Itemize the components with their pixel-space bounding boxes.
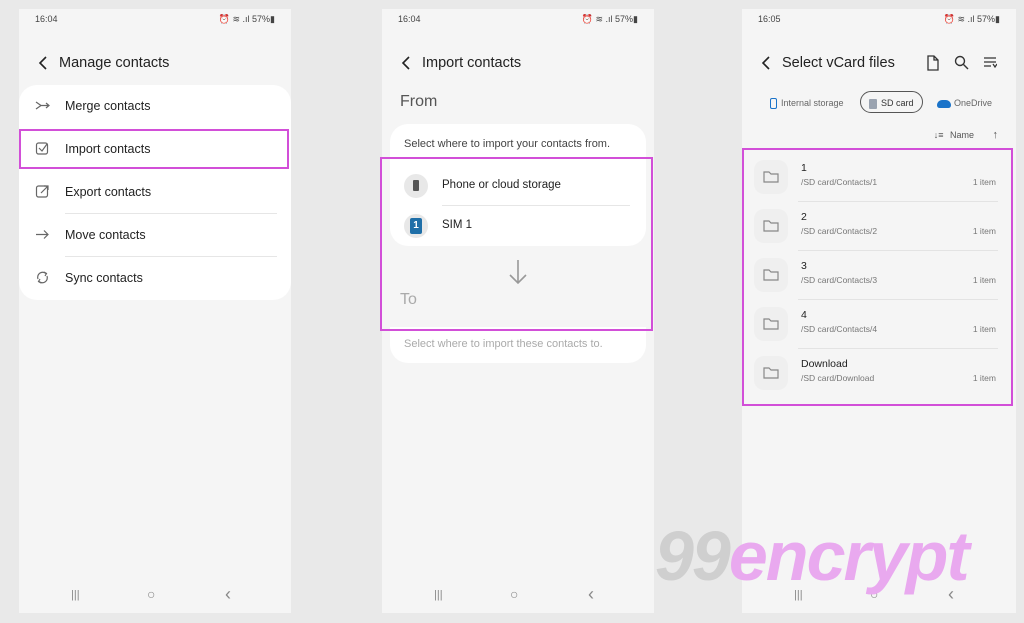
sync-icon [37, 271, 48, 284]
home-button[interactable]: ○ [510, 586, 518, 602]
page-title: Select vCard files [782, 55, 895, 71]
menu-item-merge-contacts[interactable]: Merge contacts [19, 85, 291, 128]
to-caption: Select where to import these contacts to… [404, 338, 603, 350]
highlight-box [380, 157, 653, 331]
status-bar: 16:04 ⏰ ≋ .ıl 57%▮ [19, 14, 291, 28]
menu-item-move-contacts[interactable]: Move contacts [19, 214, 291, 257]
back-icon[interactable] [398, 53, 416, 73]
tab-label: Internal storage [781, 98, 844, 108]
status-time: 16:04 [398, 14, 421, 24]
back-icon[interactable] [35, 53, 53, 73]
manage-contacts-screen: 16:04 ⏰ ≋ .ıl 57%▮ Manage contacts Merge… [19, 9, 291, 613]
watermark-logo: 99encrypt [655, 516, 970, 596]
menu-item-label: Sync contacts [65, 271, 143, 285]
status-icons: ⏰ ≋ .ıl 57%▮ [581, 14, 638, 24]
navigation-bar: ||| ○ ‹ [382, 584, 654, 605]
highlight-box [742, 148, 1013, 406]
recents-button[interactable]: ||| [434, 589, 443, 601]
document-icon[interactable] [926, 55, 940, 71]
menu-item-label: Merge contacts [65, 99, 151, 113]
page-title: Manage contacts [59, 55, 170, 71]
header: Manage contacts [19, 51, 291, 75]
tab-label: OneDrive [954, 98, 993, 108]
status-icons: ⏰ ≋ .ıl 57%▮ [218, 14, 275, 24]
watermark-part-2: encrypt [728, 517, 970, 595]
export-icon [35, 185, 49, 198]
menu-item-label: Export contacts [65, 185, 152, 199]
select-list-icon[interactable] [983, 56, 997, 69]
sd-card-icon [869, 98, 877, 109]
status-icons: ⏰ ≋ .ıl 57%▮ [943, 14, 1000, 24]
tab-internal-storage[interactable]: Internal storage [770, 92, 844, 114]
navigation-bar: ||| ○ ‹ [19, 584, 291, 605]
header: Select vCard files [742, 51, 1016, 75]
recents-button[interactable]: ||| [71, 589, 80, 601]
from-caption: Select where to import your contacts fro… [404, 138, 611, 150]
status-time: 16:04 [35, 14, 58, 24]
status-bar: 16:04 ⏰ ≋ .ıl 57%▮ [382, 14, 654, 28]
phone-storage-icon [770, 98, 777, 110]
move-arrow-icon [36, 230, 49, 239]
highlight-box [19, 129, 289, 169]
search-icon[interactable] [954, 55, 969, 70]
page-title: Import contacts [422, 55, 522, 71]
merge-icon [35, 101, 50, 110]
nav-back-button[interactable]: ‹ [225, 584, 231, 605]
from-heading: From [400, 93, 438, 110]
menu-item-label: Move contacts [65, 228, 146, 242]
status-time: 16:05 [758, 14, 781, 24]
tab-sd-card[interactable]: SD card [860, 91, 923, 113]
home-button[interactable]: ○ [147, 586, 155, 602]
sort-direction-arrow-icon[interactable]: ↑ [993, 129, 999, 141]
sort-control[interactable]: ↓≡ Name ↑ [934, 129, 998, 141]
status-bar: 16:05 ⏰ ≋ .ıl 57%▮ [742, 14, 1016, 28]
to-card[interactable]: Select where to import these contacts to… [390, 327, 646, 363]
menu-item-export-contacts[interactable]: Export contacts [19, 171, 291, 214]
watermark-part-1: 99 [655, 517, 731, 595]
storage-tabs: Internal storage SD card OneDrive [742, 91, 1016, 115]
header: Import contacts [382, 51, 654, 75]
sort-icon: ↓≡ [933, 130, 944, 140]
tab-label: SD card [881, 98, 914, 108]
sort-label: Name [949, 130, 974, 140]
onedrive-cloud-icon [937, 99, 951, 108]
tab-onedrive[interactable]: OneDrive [937, 92, 992, 114]
nav-back-button[interactable]: ‹ [588, 584, 594, 605]
back-icon[interactable] [758, 53, 776, 73]
menu-item-sync-contacts[interactable]: Sync contacts [19, 257, 291, 300]
contacts-menu-card: Merge contacts Import contacts Export co… [19, 85, 291, 300]
